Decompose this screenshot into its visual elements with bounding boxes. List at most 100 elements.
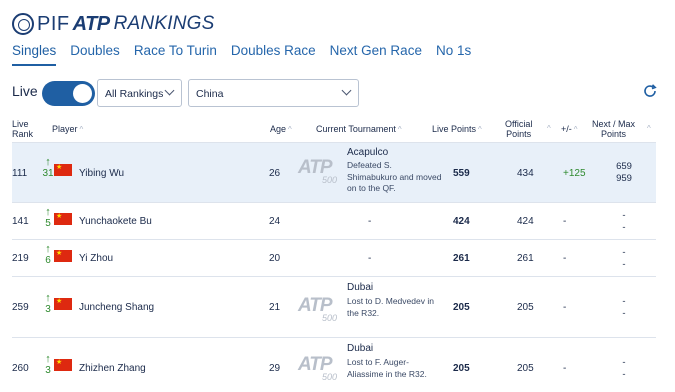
table-header: Live Rank Player ^ Age ^ Current Tournamen… (12, 117, 656, 141)
points-diff: - (563, 363, 567, 374)
sort-icon: ^ (288, 125, 292, 134)
tab-race-to-turin[interactable]: Race To Turin (134, 42, 217, 66)
table-row[interactable]: 260 ↑3 Zhizhen Zhang 29 ATP 500 Dubai Lo… (12, 337, 656, 392)
player-name[interactable]: Zhizhen Zhang (79, 363, 146, 374)
live-rank: 141 (12, 216, 29, 227)
points-diff: - (563, 253, 567, 264)
atp-500-logo: ATP 500 (298, 157, 338, 185)
rank-movement: ↑ 3 (42, 292, 54, 316)
rankings-tabs: Singles Doubles Race To Turin Doubles Ra… (12, 42, 471, 66)
rankings-select[interactable]: All Rankings (97, 79, 182, 107)
official-points: 205 (517, 302, 534, 313)
rank-movement: ↑ 3 (42, 353, 54, 377)
sort-icon: ^ (573, 125, 578, 134)
live-points: 205 (453, 363, 470, 374)
player-name[interactable]: Yi Zhou (79, 253, 113, 264)
sort-icon: ^ (79, 125, 84, 134)
live-rank: 259 (12, 302, 29, 313)
tournament-empty: - (368, 216, 372, 227)
next-max-points: - - (622, 357, 626, 380)
tab-no-1s[interactable]: No 1s (436, 42, 471, 66)
col-age[interactable]: Age ^ (270, 124, 292, 135)
col-next-max-points[interactable]: Next / Max Points (592, 119, 635, 139)
pif-seal-icon (12, 13, 34, 35)
next-max-points: - - (622, 247, 626, 270)
player-age: 20 (269, 253, 281, 264)
tab-doubles-race[interactable]: Doubles Race (231, 42, 316, 66)
tab-doubles[interactable]: Doubles (70, 42, 120, 66)
points-diff: +125 (563, 168, 586, 179)
official-points: 424 (517, 216, 534, 227)
table-row[interactable]: 111 ↑31 Yibing Wu 26 ATP 500 Acapulco De… (12, 142, 656, 202)
china-flag-icon (54, 297, 72, 310)
live-rank: 219 (12, 253, 29, 264)
tournament-name[interactable]: Acapulco (347, 147, 388, 158)
tab-next-gen-race[interactable]: Next Gen Race (330, 42, 422, 66)
col-diff[interactable]: +/- ^ (561, 124, 578, 135)
china-flag-icon (54, 358, 72, 371)
next-max-points: - - (622, 210, 626, 233)
points-diff: - (563, 216, 567, 227)
sort-icon: ^ (397, 125, 402, 134)
arrow-up-icon: ↑ (45, 206, 51, 218)
atp-500-logo: ATP 500 (298, 295, 338, 323)
tab-singles[interactable]: Singles (12, 42, 57, 66)
player-age: 26 (269, 168, 281, 179)
live-points: 559 (453, 168, 470, 179)
china-flag-icon (54, 249, 72, 262)
rank-movement: ↑ 5 (42, 206, 54, 230)
country-select[interactable]: China (188, 79, 359, 107)
player-name[interactable]: Juncheng Shang (79, 302, 154, 313)
live-rank: 260 (12, 363, 29, 374)
rankings-select-value: All Rankings (105, 88, 164, 100)
official-points: 261 (517, 253, 534, 264)
tournament-result: Lost to F. Auger-Aliassime in the R32. (347, 357, 427, 379)
table-row[interactable]: 141 ↑5 Yunchaokete Bu 24 - 424 424 - - - (12, 202, 656, 239)
chevron-down-icon (341, 85, 352, 96)
table-row[interactable]: 219 ↑6 Yi Zhou 20 - 261 261 - - - (12, 239, 656, 276)
brand-rankings: RANKINGS (113, 13, 215, 34)
china-flag-icon (54, 212, 72, 225)
arrow-up-icon: ↑ (45, 243, 51, 255)
chevron-down-icon (164, 85, 175, 96)
official-points: 205 (517, 363, 534, 374)
arrow-up-icon: ↑ (45, 353, 51, 365)
brand-atp: ATP (72, 12, 111, 35)
arrow-up-icon: ↑ (45, 156, 51, 168)
player-name[interactable]: Yunchaokete Bu (79, 216, 152, 227)
col-player[interactable]: Player ^ (52, 124, 83, 135)
live-points: 205 (453, 302, 470, 313)
tournament-result: Defeated S. Shimabukuro and moved on to … (347, 160, 442, 193)
toggle-knob (73, 84, 92, 103)
official-points: 434 (517, 168, 534, 179)
tournament-result: Lost to D. Medvedev in the R32. (347, 296, 434, 318)
tournament-name[interactable]: Dubai (347, 343, 373, 354)
filter-controls: Live All Rankings China (12, 79, 662, 109)
sort-icon[interactable]: ^ (547, 124, 551, 133)
player-age: 24 (269, 216, 281, 227)
atp-500-logo: ATP 500 (298, 354, 338, 382)
next-max-points: 659 959 (616, 161, 632, 184)
col-live-rank[interactable]: Live Rank (12, 119, 33, 139)
refresh-icon[interactable] (642, 83, 658, 99)
rank-movement: ↑ 31 (42, 156, 54, 180)
arrow-up-icon: ↑ (45, 292, 51, 304)
live-points: 424 (453, 216, 470, 227)
brand-logo[interactable]: PIF ATP RANKINGS (12, 12, 214, 36)
rank-movement: ↑ 6 (42, 243, 54, 267)
col-live-points[interactable]: Live Points ^ (432, 124, 482, 135)
sort-icon: ^ (478, 125, 482, 134)
china-flag-icon (54, 163, 72, 176)
col-current-tournament[interactable]: Current Tournament ^ (316, 124, 402, 135)
points-diff: - (563, 302, 567, 313)
sort-icon[interactable]: ^ (647, 124, 651, 133)
country-select-value: China (196, 88, 224, 100)
player-age: 29 (269, 363, 281, 374)
live-label: Live (12, 83, 38, 99)
col-official-points[interactable]: Official Points (505, 119, 532, 139)
table-row[interactable]: 259 ↑3 Juncheng Shang 21 ATP 500 Dubai L… (12, 276, 656, 337)
tournament-name[interactable]: Dubai (347, 282, 373, 293)
live-toggle[interactable] (42, 81, 95, 106)
player-name[interactable]: Yibing Wu (79, 168, 124, 179)
tournament-empty: - (368, 253, 372, 264)
